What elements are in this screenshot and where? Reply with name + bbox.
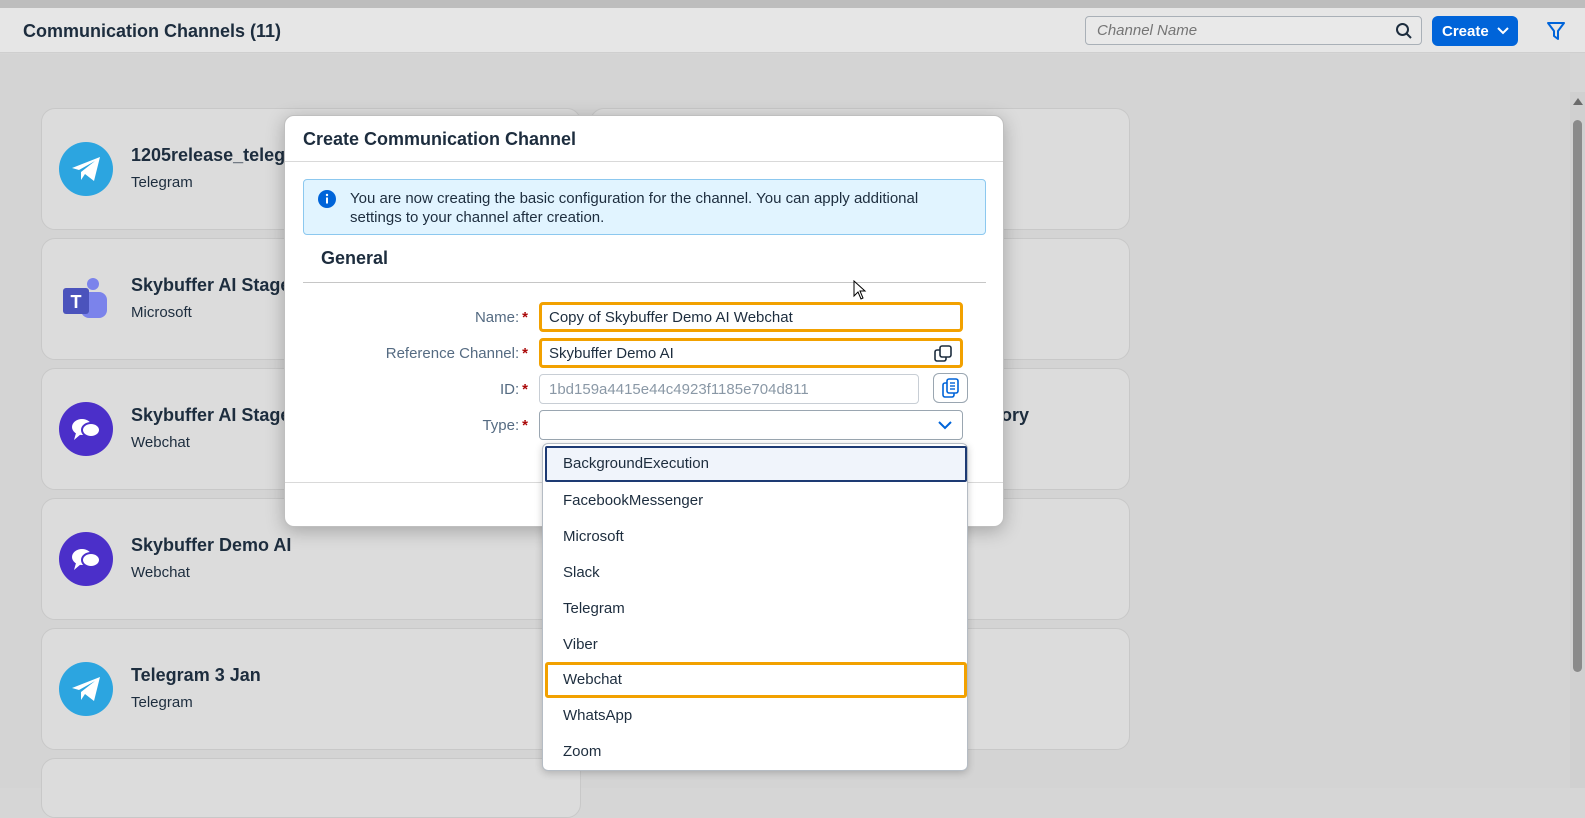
card-title: Skybuffer AI Stage [131,405,291,425]
telegram-icon [59,662,113,716]
vertical-scrollbar[interactable] [1570,92,1585,788]
card-title: Telegram 3 Jan [131,665,261,685]
telegram-icon [59,142,113,196]
card-title: Skybuffer AI Stage [131,275,291,295]
webchat-icon [59,532,113,586]
type-label: Type: * [482,417,528,434]
channel-search-field[interactable] [1085,16,1422,45]
webchat-icon [59,402,113,456]
list-item[interactable]: Webchat [545,662,967,698]
id-input[interactable]: 1bd159a4415e44c4923f1185e704d811 [539,374,919,404]
mouse-cursor-icon [853,280,867,300]
card-subtitle: Webchat [131,434,190,451]
page-title: Communication Channels (11) [23,21,282,41]
channel-card[interactable]: Telegram 3 Jan Telegram [41,628,581,750]
chevron-down-icon [1496,27,1509,35]
list-item[interactable]: Telegram [545,591,967,627]
card-title: Skybuffer Demo AI [131,535,292,555]
window-top-edge [0,0,1585,8]
info-text: You are now creating the basic configura… [350,190,919,226]
list-item[interactable]: Microsoft [545,519,967,555]
teams-icon: T [59,272,113,326]
chevron-down-icon[interactable] [938,420,952,430]
reference-channel-input[interactable]: Skybuffer Demo AI [539,338,963,368]
copy-icon [941,378,959,398]
search-icon[interactable] [1395,22,1413,40]
scroll-up-arrow-icon[interactable] [1573,98,1583,105]
search-input[interactable] [1086,17,1376,44]
card-subtitle: Webchat [131,564,190,581]
list-item[interactable]: WhatsApp [545,698,967,734]
reference-channel-value: Skybuffer Demo AI [549,345,674,362]
card-title: 1205release_teleg [131,145,286,165]
list-item[interactable]: Slack [545,555,967,591]
page-header: Communication Channels (11) Create [0,8,1585,53]
id-label: ID: * [499,381,528,398]
list-item[interactable]: BackgroundExecution [545,446,967,482]
list-item[interactable]: Viber [545,627,967,663]
type-dropdown-list: BackgroundExecution FacebookMessenger Mi… [542,443,968,771]
create-button[interactable]: Create [1432,16,1518,46]
list-item[interactable]: Zoom [545,734,967,770]
reference-channel-label: Reference Channel: * [385,345,528,362]
info-message-strip: You are now creating the basic configura… [303,179,986,235]
svg-text:T: T [71,292,82,312]
name-label: Name: * [474,309,528,326]
dialog-header: Create Communication Channel [285,116,1003,162]
channel-card[interactable] [41,758,581,818]
info-icon [318,190,336,208]
card-title-fragment: ory [1001,405,1030,425]
list-item[interactable]: FacebookMessenger [545,483,967,519]
create-button-label: Create [1442,22,1489,40]
dialog-title: Create Communication Channel [303,129,577,149]
section-title: General [321,248,389,268]
filter-icon[interactable] [1546,21,1566,41]
card-subtitle: Telegram [131,174,193,191]
copy-id-button[interactable] [933,373,968,403]
value-help-icon[interactable] [934,345,952,363]
card-subtitle: Telegram [131,694,193,711]
type-select[interactable] [539,410,963,440]
section-divider [303,282,986,283]
card-subtitle: Microsoft [131,304,192,321]
scroll-thumb[interactable] [1573,120,1582,672]
name-input[interactable]: Copy of Skybuffer Demo AI Webchat [539,302,963,332]
